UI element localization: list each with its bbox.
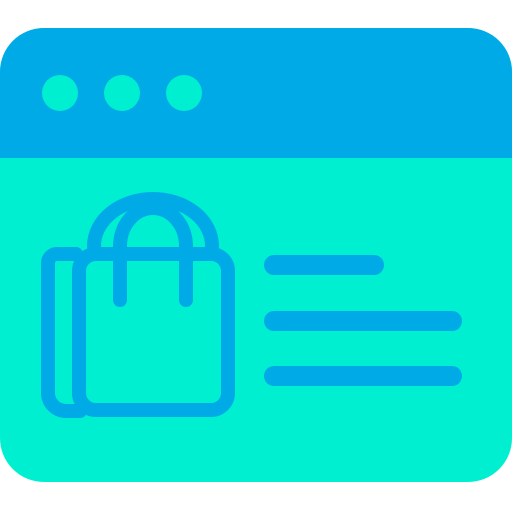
window-dot-2 <box>104 75 140 111</box>
window-controls <box>42 75 202 111</box>
window-dot-3 <box>166 75 202 111</box>
online-shopping-browser-icon <box>0 28 512 482</box>
icon-stage <box>0 0 512 512</box>
window-dot-1 <box>42 75 78 111</box>
